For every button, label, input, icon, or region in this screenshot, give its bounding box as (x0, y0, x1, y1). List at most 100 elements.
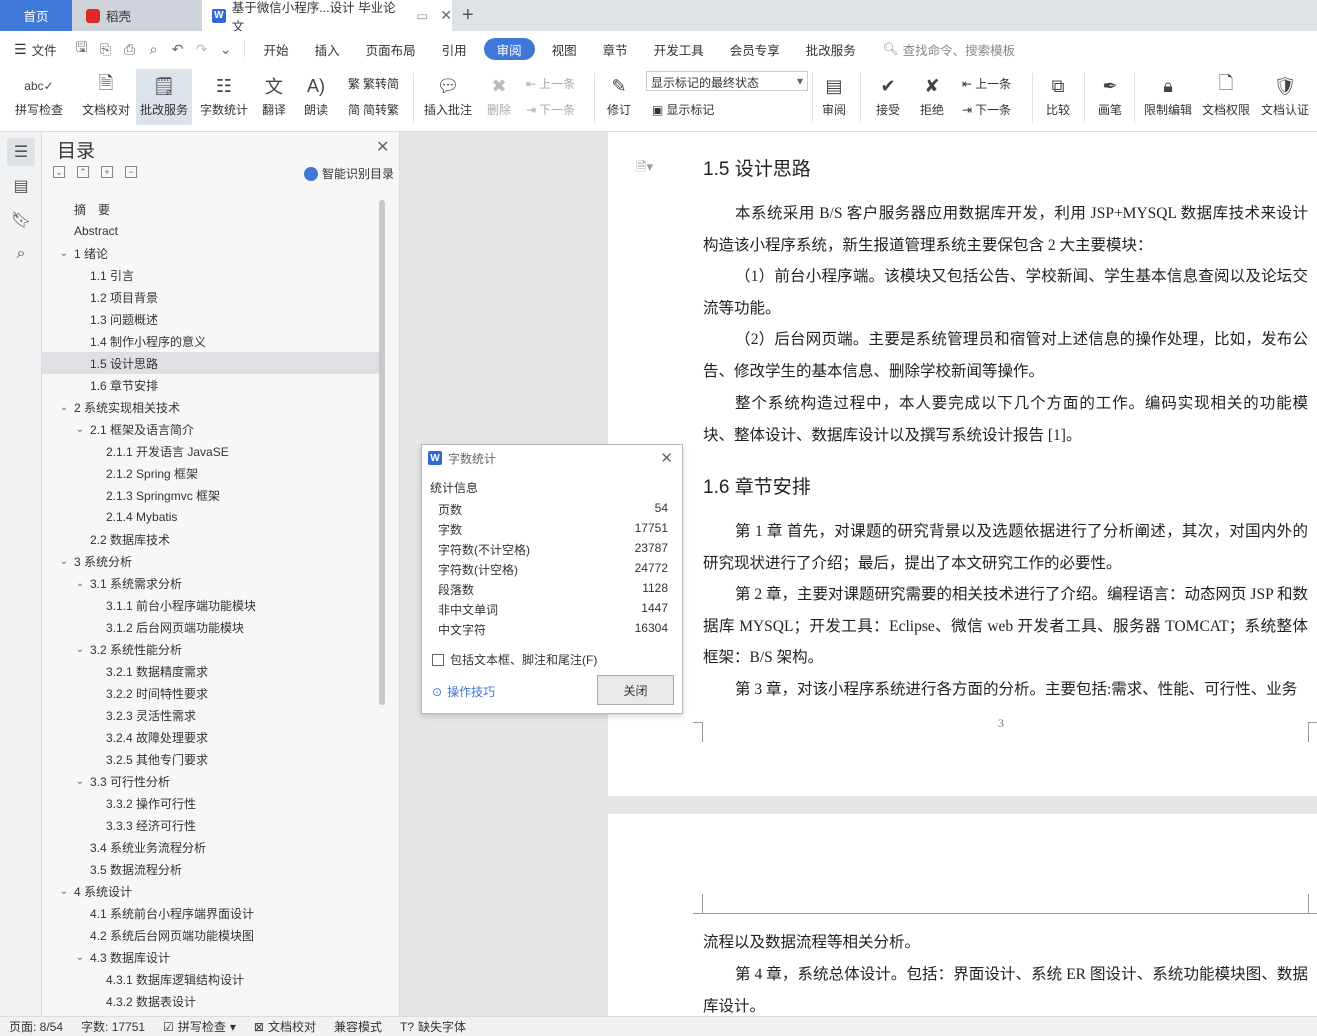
chevron-down-icon[interactable]: ⌄ (58, 248, 70, 259)
delete-comment-button[interactable]: ✖ 删除 (482, 71, 516, 118)
add-level-icon[interactable]: + (101, 166, 113, 178)
menu-item[interactable]: 章节 (590, 38, 641, 60)
toc-item[interactable]: 3.4 系统业务流程分析 (42, 836, 380, 858)
toc-item[interactable]: 4.1 系统前台小程序端界面设计 (42, 902, 380, 924)
correction-service-button[interactable]: 🗒 批改服务 (136, 69, 192, 125)
toc-item[interactable]: 2.1.4 Mybatis (42, 506, 380, 528)
collapse-all-icon[interactable]: ⌄ (53, 166, 65, 178)
toc-item[interactable]: 3.5 数据流程分析 (42, 858, 380, 880)
toc-item[interactable]: 1.1 引言 (42, 264, 380, 286)
toc-item[interactable]: 3.3.2 操作可行性 (42, 792, 380, 814)
toc-item[interactable]: 3.2.5 其他专门要求 (42, 748, 380, 770)
toc-item[interactable]: 1.2 项目背景 (42, 286, 380, 308)
toc-item[interactable]: Abstract (42, 220, 380, 242)
chevron-down-icon[interactable]: ⌄ (58, 556, 70, 567)
redo-icon[interactable]: ↷ (190, 41, 214, 58)
toc-item[interactable]: ⌄ 2 系统实现相关技术 (42, 396, 380, 418)
chevron-down-icon[interactable]: ⌄ (74, 644, 86, 655)
chevron-down-icon[interactable]: ⌄ (74, 776, 86, 787)
tips-link[interactable]: ⊙ 操作技巧 (432, 683, 495, 700)
pen-button[interactable]: ✒ 画笔 (1094, 71, 1126, 118)
preview-icon[interactable]: ⌕ (142, 41, 166, 58)
screen-icon[interactable]: ▭ (416, 8, 428, 23)
close-tab-icon[interactable]: ✕ (440, 7, 452, 24)
toc-item[interactable]: ⌄ 3.1 系统需求分析 (42, 572, 380, 594)
toc-item[interactable]: 摘 要 (42, 198, 380, 220)
doc-menu-icon[interactable]: 🗎▾ (636, 158, 653, 180)
menu-item[interactable]: 开始 (251, 38, 302, 60)
remove-level-icon[interactable]: − (125, 166, 137, 178)
expand-up-icon[interactable]: ⌃ (77, 166, 89, 178)
s2t-button[interactable]: 简简转繁 (348, 101, 399, 118)
toc-scrollbar[interactable] (379, 200, 385, 705)
toc-item[interactable]: 2.1.2 Spring 框架 (42, 462, 380, 484)
review-button[interactable]: ▤ 审阅 (816, 71, 852, 118)
word-count-indicator[interactable]: 字数: 17751 (72, 1018, 154, 1035)
toc-item[interactable]: 1.5 设计思路 (42, 352, 380, 374)
compare-button[interactable]: ⧉ 比较 (1040, 71, 1076, 118)
tab-document[interactable]: W 基于微信小程序...设计 毕业论文 ▭ ✕ (202, 0, 452, 34)
menu-item[interactable]: 开发工具 (641, 38, 717, 60)
toc-item[interactable]: 3.3.3 经济可行性 (42, 814, 380, 836)
prev-comment-button[interactable]: ⇤ 上一条 (526, 75, 575, 92)
accept-button[interactable]: ✔ 接受 (870, 71, 906, 118)
toc-item[interactable]: 2.2 数据库技术 (42, 528, 380, 550)
show-markup-button[interactable]: ▣ 显示标记 (652, 101, 714, 118)
toc-item[interactable]: ⌄ 3.3 可行性分析 (42, 770, 380, 792)
missing-font-button[interactable]: T? 缺失字体 (391, 1018, 475, 1035)
close-button[interactable]: 关闭 (597, 675, 674, 705)
include-textbox-checkbox[interactable]: 包括文本框、脚注和尾注(F) (432, 651, 597, 668)
close-icon[interactable]: ✕ (660, 449, 673, 467)
toc-item[interactable]: 3.2.3 灵活性需求 (42, 704, 380, 726)
word-count-button[interactable]: ☷ 字数统计 (198, 71, 250, 118)
menu-item[interactable]: 视图 (539, 38, 590, 60)
read-aloud-button[interactable]: A) 朗读 (300, 71, 332, 118)
undo-icon[interactable]: ↶ (166, 41, 190, 58)
reject-button[interactable]: ✘ 拒绝 (914, 71, 950, 118)
chevron-down-icon[interactable]: ⌄ (74, 578, 86, 589)
more-icon[interactable]: ⌄ (214, 41, 238, 58)
t2s-button[interactable]: 繁繁转简 (348, 75, 399, 92)
doc-proof-button[interactable]: 🗎 文档校对 (80, 71, 132, 118)
toc-item[interactable]: 2.1.1 开发语言 JavaSE (42, 440, 380, 462)
tab-home[interactable]: 首页 (0, 0, 72, 31)
next-comment-button[interactable]: ⇥ 下一条 (526, 101, 575, 118)
chevron-down-icon[interactable]: ⌄ (58, 886, 70, 897)
spell-check-toggle[interactable]: ☑ 拼写检查 ▾ (154, 1018, 245, 1035)
menu-item[interactable]: 会员专享 (717, 38, 793, 60)
chapter-icon[interactable]: ▤ (7, 172, 35, 200)
toc-item[interactable]: ⌄ 3 系统分析 (42, 550, 380, 572)
prev-change-button[interactable]: ⇤ 上一条 (962, 75, 1011, 92)
file-menu[interactable]: ☰ 文件 (0, 38, 70, 60)
chevron-down-icon[interactable]: ⌄ (58, 402, 70, 413)
revise-button[interactable]: ✎ 修订 (602, 71, 636, 118)
smart-toc-button[interactable]: 智能识别目录 (304, 165, 394, 182)
translate-button[interactable]: 文翻译 (256, 71, 292, 118)
toc-item[interactable]: 4.3.2 数据表设计 (42, 990, 380, 1012)
chevron-down-icon[interactable]: ⌄ (74, 424, 86, 435)
insert-comment-button[interactable]: 💬︎ 插入批注 (422, 71, 474, 118)
markup-state-select[interactable]: 显示标记的最终状态 ▾ (646, 71, 808, 91)
menu-item[interactable]: 引用 (429, 38, 480, 60)
menu-item[interactable]: 页面布局 (353, 38, 429, 60)
toc-item[interactable]: 1.3 问题概述 (42, 308, 380, 330)
doc-proof-toggle[interactable]: ⊠ 文档校对 (245, 1018, 325, 1035)
toc-item[interactable]: 3.2.4 故障处理要求 (42, 726, 380, 748)
tab-daoke[interactable]: 稻壳 (72, 0, 202, 31)
toc-item[interactable]: 3.2.1 数据精度需求 (42, 660, 380, 682)
toc-item[interactable]: 1.4 制作小程序的意义 (42, 330, 380, 352)
toc-item[interactable]: 3.2.2 时间特性要求 (42, 682, 380, 704)
toc-item[interactable]: 3.1.2 后台网页端功能模块 (42, 616, 380, 638)
dialog-titlebar[interactable]: W 字数统计 (422, 445, 682, 471)
command-search[interactable]: 🔍︎ 查找命令、搜索模板 (883, 40, 1015, 59)
toc-item[interactable]: ⌄ 1 绪论 (42, 242, 380, 264)
export-icon[interactable]: ⎘ (94, 41, 118, 58)
toc-item[interactable]: 2.1.3 Springmvc 框架 (42, 484, 380, 506)
toc-item[interactable]: ⌄ 4 系统设计 (42, 880, 380, 902)
menu-item[interactable]: 插入 (302, 38, 353, 60)
next-change-button[interactable]: ⇥ 下一条 (962, 101, 1011, 118)
menu-item[interactable]: 批改服务 (793, 38, 869, 60)
page-indicator[interactable]: 页面: 8/54 (0, 1018, 72, 1035)
toc-item[interactable]: 4.2 系统后台网页端功能模块图 (42, 924, 380, 946)
doc-auth-button[interactable]: 🛡︎ 文档认证 (1259, 71, 1311, 118)
